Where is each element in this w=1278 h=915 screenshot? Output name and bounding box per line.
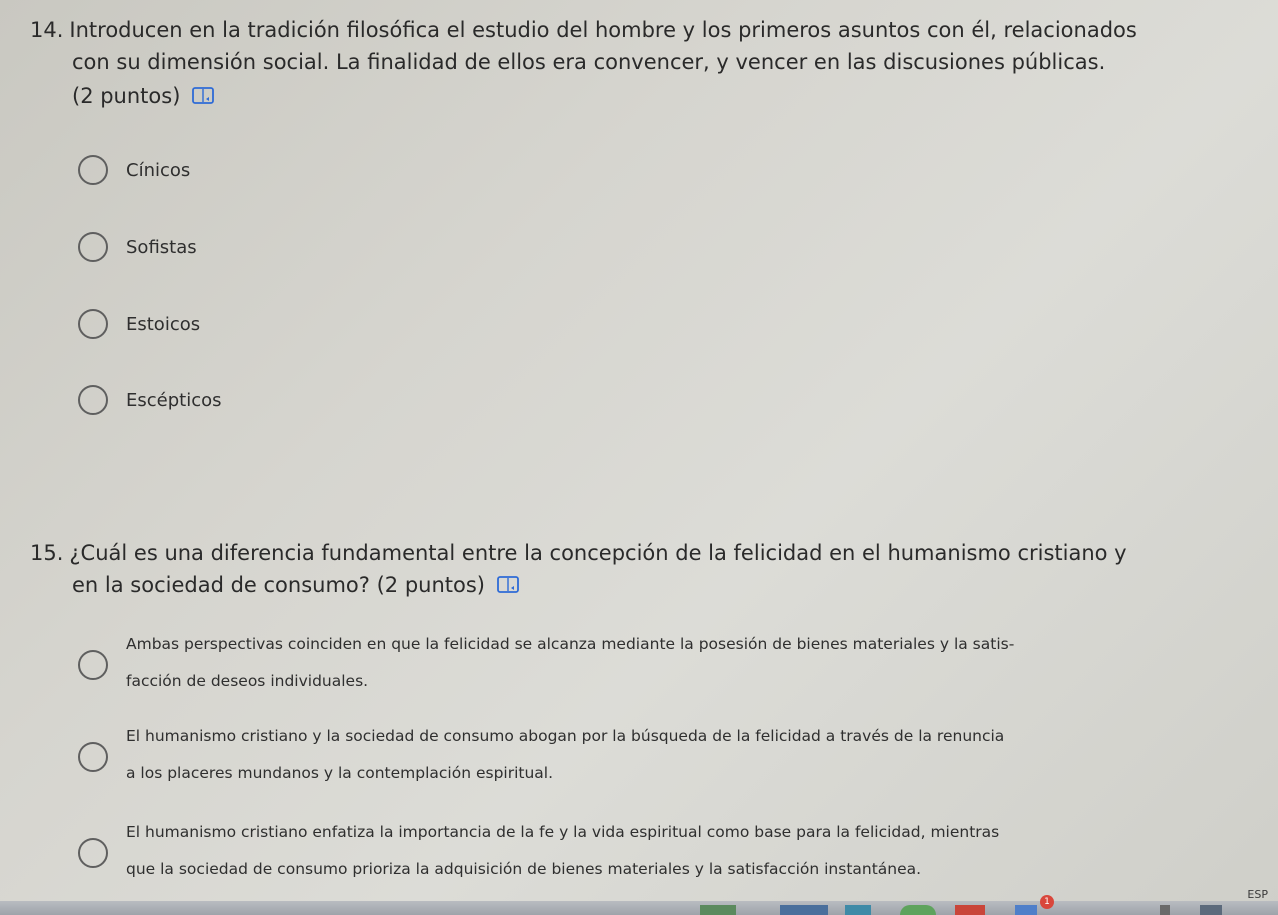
option-line-2: a los placeres mundanos y la contemplaci… [126, 764, 554, 782]
radio-button[interactable] [78, 742, 108, 772]
radio-button[interactable] [78, 838, 108, 868]
question-points: (2 puntos) [72, 84, 181, 108]
option-line-1: El humanismo cristiano y la sociedad de … [126, 727, 1005, 745]
option-label: Escépticos [126, 389, 222, 411]
app-icon[interactable] [780, 905, 828, 915]
option-label: Ambas perspectivas coinciden en que la f… [126, 626, 1166, 700]
question-14-text: 14. Introducen en la tradición filosófica… [30, 14, 1210, 112]
chrome-icon[interactable] [900, 905, 936, 915]
option-escepticos[interactable]: Escépticos [78, 385, 222, 415]
option-estoicos[interactable]: Estoicos [78, 309, 200, 339]
question-line-2: en la sociedad de consumo? [72, 573, 370, 597]
question-15-text: 15. ¿Cuál es una diferencia fundamental e… [30, 537, 1210, 601]
app-icon[interactable] [845, 905, 871, 915]
immersive-reader-icon[interactable] [192, 87, 215, 105]
taskbar [0, 901, 1278, 915]
app-icon[interactable] [1015, 905, 1037, 915]
cloud-icon[interactable] [1200, 905, 1222, 915]
question-line-1: Introducen en la tradición filosófica el… [69, 18, 1137, 42]
radio-button[interactable] [78, 650, 108, 680]
option-sofistas[interactable]: Sofistas [78, 232, 197, 262]
question-line-2: con su dimensión social. La finalidad de… [72, 50, 1106, 74]
language-indicator[interactable]: ESP [1247, 888, 1268, 901]
option-line-2: facción de deseos individuales. [126, 672, 369, 690]
immersive-reader-icon[interactable] [497, 576, 519, 594]
question-points: (2 puntos) [376, 573, 486, 597]
radio-button[interactable] [78, 309, 108, 339]
radio-button[interactable] [78, 232, 108, 262]
option-line-2: que la sociedad de consumo prioriza la a… [126, 860, 922, 878]
radio-button[interactable] [78, 385, 108, 415]
notification-badge: 1 [1040, 895, 1054, 909]
option-label: Sofistas [126, 236, 197, 258]
quiz-page: 14. Introducen en la tradición filosófica… [0, 0, 1278, 915]
option-cinicos[interactable]: Cínicos [78, 155, 190, 185]
option-label: Estoicos [126, 313, 201, 335]
option-line-1: El humanismo cristiano enfatiza la impor… [126, 823, 1000, 841]
question-line-1: ¿Cuál es una diferencia fundamental entr… [69, 541, 1127, 565]
app-icon[interactable] [700, 905, 736, 915]
option-label: Cínicos [126, 159, 191, 181]
chevron-up-icon[interactable] [1160, 905, 1170, 915]
option-line-1: Ambas perspectivas coinciden en que la f… [126, 635, 1015, 653]
gmail-icon[interactable] [955, 905, 985, 915]
option-label: El humanismo cristiano y la sociedad de … [126, 718, 1166, 792]
radio-button[interactable] [78, 155, 108, 185]
question-number: 15. [30, 541, 64, 565]
question-number: 14. [30, 18, 64, 42]
option-label: El humanismo cristiano enfatiza la impor… [126, 814, 1166, 888]
